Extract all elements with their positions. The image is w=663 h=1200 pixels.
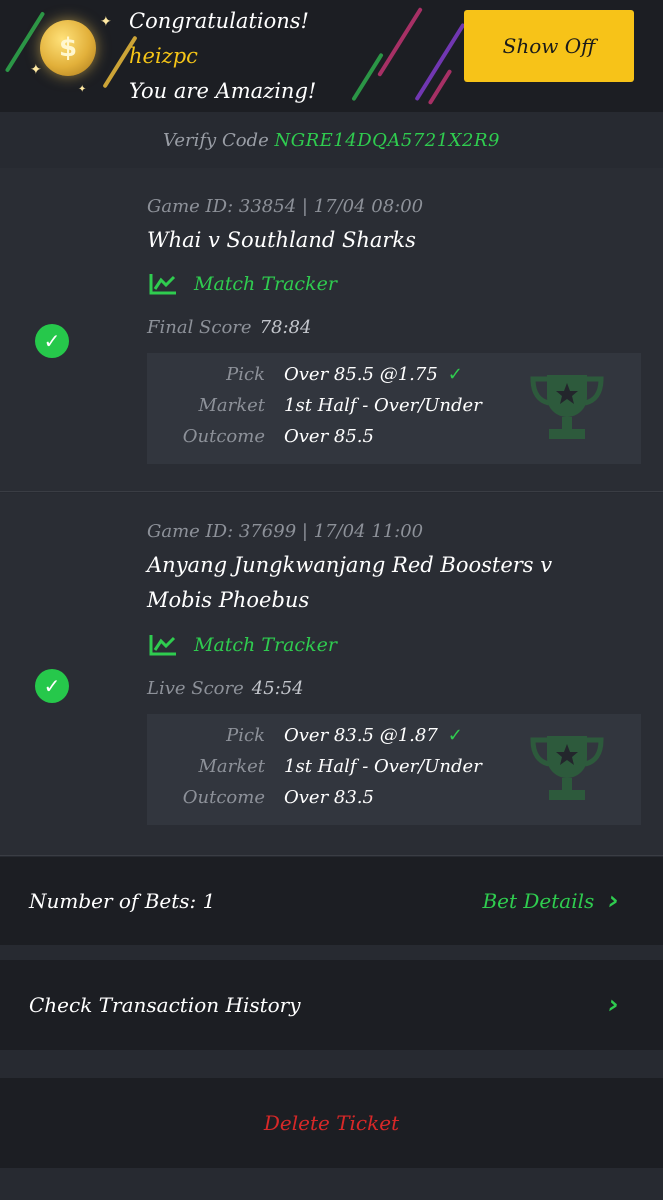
outcome-label: Outcome bbox=[182, 787, 265, 808]
verify-label: Verify Code bbox=[163, 130, 269, 151]
pick-label: Pick bbox=[226, 725, 265, 746]
pick-value: Over 85.5 @1.75 bbox=[284, 364, 438, 385]
match-teams: Whai v Southland Sharks bbox=[147, 228, 416, 252]
score-line: Final Score 78:84 bbox=[147, 317, 311, 338]
bet-details-link[interactable]: Bet Details › bbox=[482, 886, 619, 916]
outcome-label: Outcome bbox=[182, 426, 265, 447]
confetti-streak bbox=[377, 7, 423, 77]
market-label: Market bbox=[198, 756, 265, 777]
coin-icon: $ bbox=[40, 20, 96, 76]
match-tracker-label: Match Tracker bbox=[194, 273, 337, 295]
outcome-value: Over 83.5 bbox=[284, 787, 374, 808]
congrats-line1: Congratulations! bbox=[129, 9, 309, 33]
market-label: Market bbox=[198, 395, 265, 416]
congrats-text: Congratulations! heizpc You are Amazing! bbox=[129, 4, 316, 109]
match-tracker-link[interactable]: Match Tracker bbox=[148, 633, 337, 657]
confetti-streak bbox=[351, 52, 384, 102]
bet-details-label: Bet Details bbox=[482, 889, 595, 913]
check-transaction-history-label: Check Transaction History bbox=[29, 993, 301, 1017]
trophy-icon bbox=[530, 375, 604, 439]
sparkle-icon: ✦ bbox=[30, 62, 42, 78]
checkmark-icon: ✓ bbox=[447, 364, 463, 385]
checkmark-icon: ✓ bbox=[447, 725, 463, 746]
bet-selection: ✓ Game ID: 37699 | 17/04 11:00 Anyang Ju… bbox=[0, 493, 663, 856]
match-tracker-link[interactable]: Match Tracker bbox=[148, 272, 337, 296]
game-id-line: Game ID: 33854 | 17/04 08:00 bbox=[147, 196, 424, 217]
chart-line-icon bbox=[149, 635, 176, 656]
chevron-right-icon: › bbox=[608, 990, 619, 1020]
check-transaction-history-row[interactable]: Check Transaction History › bbox=[0, 960, 663, 1050]
check-circle-icon: ✓ bbox=[35, 324, 69, 358]
match-teams: Anyang Jungkwanjang Red Boosters v Mobis… bbox=[147, 553, 553, 612]
score-label: Live Score bbox=[147, 678, 244, 699]
chevron-right-icon: › bbox=[608, 886, 619, 916]
bet-details-box: Pick Over 85.5 @1.75 ✓ Market 1st Half - … bbox=[147, 353, 641, 464]
show-off-button[interactable]: Show Off bbox=[464, 10, 634, 82]
bet-selection: ✓ Game ID: 33854 | 17/04 08:00 Whai v So… bbox=[0, 168, 663, 492]
coin-symbol: $ bbox=[58, 33, 78, 63]
pick-value-wrap: Over 85.5 @1.75 ✓ bbox=[284, 364, 463, 385]
pick-value-wrap: Over 83.5 @1.87 ✓ bbox=[284, 725, 463, 746]
sparkle-icon: ✦ bbox=[100, 14, 112, 30]
number-of-bets: Number of Bets: 1 bbox=[29, 889, 216, 913]
congrats-banner: $ ✦ ✦ ✦ Congratulations! heizpc You are … bbox=[0, 0, 663, 112]
trophy-icon bbox=[530, 736, 604, 800]
market-value: 1st Half - Over/Under bbox=[284, 395, 482, 416]
congrats-username: heizpc bbox=[129, 44, 198, 68]
congrats-line3: You are Amazing! bbox=[129, 79, 317, 103]
delete-ticket-row: Delete Ticket bbox=[0, 1078, 663, 1168]
score-label: Final Score bbox=[147, 317, 252, 338]
score-value: 78:84 bbox=[259, 317, 312, 338]
score-value: 45:54 bbox=[251, 678, 304, 699]
score-line: Live Score 45:54 bbox=[147, 678, 304, 699]
match-tracker-label: Match Tracker bbox=[194, 634, 337, 656]
bet-details-box: Pick Over 83.5 @1.87 ✓ Market 1st Half - … bbox=[147, 714, 641, 825]
verify-code[interactable]: NGRE14DQA5721X2R9 bbox=[274, 130, 500, 151]
verify-code-row: Verify Code NGRE14DQA5721X2R9 bbox=[0, 112, 663, 168]
check-circle-icon: ✓ bbox=[35, 669, 69, 703]
number-of-bets-row: Number of Bets: 1 Bet Details › bbox=[0, 857, 663, 945]
pick-label: Pick bbox=[226, 364, 265, 385]
game-id-line: Game ID: 37699 | 17/04 11:00 bbox=[147, 521, 424, 542]
chart-line-icon bbox=[149, 274, 176, 295]
outcome-value: Over 85.5 bbox=[284, 426, 374, 447]
pick-value: Over 83.5 @1.87 bbox=[284, 725, 438, 746]
market-value: 1st Half - Over/Under bbox=[284, 756, 482, 777]
delete-ticket-button[interactable]: Delete Ticket bbox=[0, 1111, 663, 1135]
sparkle-icon: ✦ bbox=[78, 84, 87, 95]
